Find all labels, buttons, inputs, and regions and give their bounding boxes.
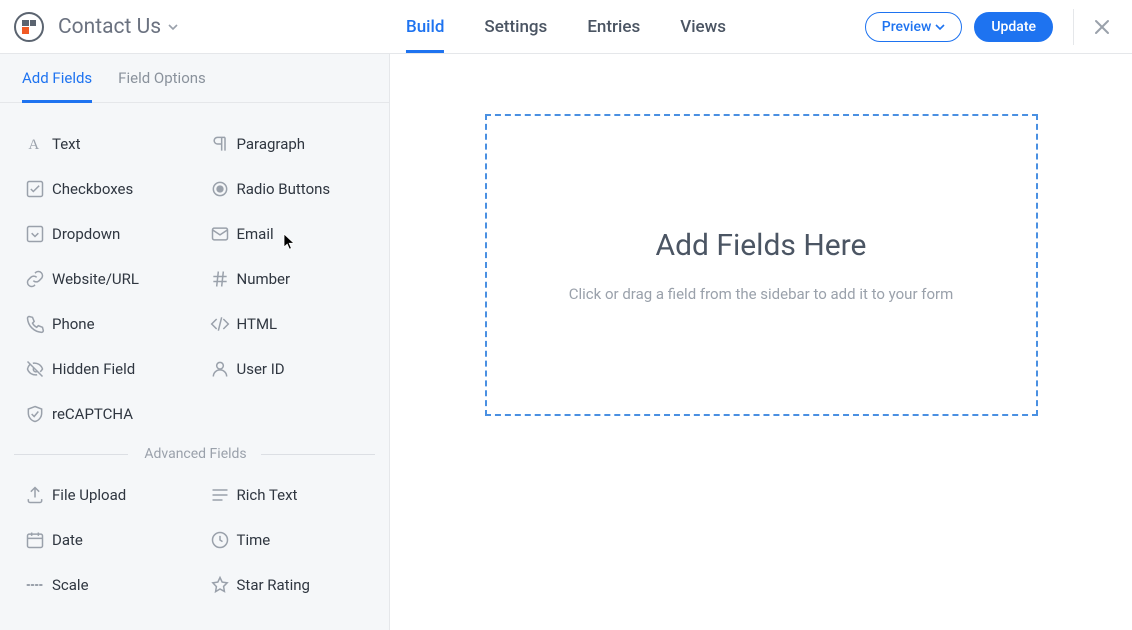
advanced-fields-header: Advanced Fields: [0, 446, 389, 462]
phone-icon: [18, 314, 52, 334]
sidebar-tabs: Add Fields Field Options: [0, 54, 389, 103]
sidebar: Add Fields Field Options A Text Paragraph C…: [0, 54, 390, 630]
field-label: Rich Text: [237, 486, 298, 504]
field-date[interactable]: Date: [10, 517, 195, 562]
fields-scroll[interactable]: A Text Paragraph Checkboxes Radio Buttons Dro…: [0, 103, 389, 613]
field-hash[interactable]: Number: [195, 256, 380, 301]
drop-subtitle: Click or drag a field from the sidebar t…: [569, 285, 954, 303]
dropdown-icon: [18, 224, 52, 244]
field-label: HTML: [237, 315, 278, 333]
preview-label: Preview: [882, 19, 932, 35]
field-paragraph[interactable]: Paragraph: [195, 121, 380, 166]
field-label: Email: [237, 225, 274, 243]
field-phone[interactable]: Phone: [10, 301, 195, 346]
canvas: Add Fields Here Click or drag a field fr…: [390, 54, 1132, 630]
field-label: Date: [52, 531, 83, 549]
drop-zone[interactable]: Add Fields Here Click or drag a field fr…: [485, 114, 1038, 416]
advanced-fields-grid: File Upload Rich Text Date Time Scale Star Ra…: [0, 464, 389, 613]
field-link[interactable]: Website/URL: [10, 256, 195, 301]
time-icon: [203, 530, 237, 550]
link-icon: [18, 269, 52, 289]
shield-icon: [18, 404, 52, 424]
tab-add-fields[interactable]: Add Fields: [22, 69, 92, 103]
chevron-down-icon: [167, 21, 179, 33]
field-label: Time: [237, 531, 271, 549]
user-icon: [203, 359, 237, 379]
field-star[interactable]: Star Rating: [195, 562, 380, 607]
advanced-fields-label: Advanced Fields: [128, 446, 260, 462]
top-actions: Preview Update: [865, 9, 1114, 45]
field-label: File Upload: [52, 486, 126, 504]
radio-icon: [203, 179, 237, 199]
drop-title: Add Fields Here: [656, 228, 867, 263]
star-icon: [203, 575, 237, 595]
field-label: Star Rating: [237, 576, 310, 594]
nav-entries[interactable]: Entries: [587, 0, 640, 53]
field-radio[interactable]: Radio Buttons: [195, 166, 380, 211]
basic-fields-grid: A Text Paragraph Checkboxes Radio Buttons Dro…: [0, 113, 389, 442]
email-icon: [203, 224, 237, 244]
nav-build[interactable]: Build: [406, 0, 444, 53]
html-icon: [203, 314, 237, 334]
field-label: Paragraph: [237, 135, 306, 153]
field-time[interactable]: Time: [195, 517, 380, 562]
field-label: Phone: [52, 315, 95, 333]
field-label: reCAPTCHA: [52, 405, 133, 423]
close-icon: [1093, 18, 1111, 36]
field-html[interactable]: HTML: [195, 301, 380, 346]
form-title-dropdown[interactable]: Contact Us: [58, 15, 179, 39]
field-label: Number: [237, 270, 291, 288]
close-button[interactable]: [1090, 15, 1114, 39]
field-label: Checkboxes: [52, 180, 133, 198]
field-upload[interactable]: File Upload: [10, 472, 195, 517]
field-label: Website/URL: [52, 270, 139, 288]
field-text[interactable]: A Text: [10, 121, 195, 166]
field-email[interactable]: Email: [195, 211, 380, 256]
field-label: Text: [52, 135, 81, 153]
main-nav: Build Settings Entries Views: [406, 0, 726, 53]
field-checkbox[interactable]: Checkboxes: [10, 166, 195, 211]
richtext-icon: [203, 485, 237, 505]
hash-icon: [203, 269, 237, 289]
hidden-icon: [18, 359, 52, 379]
field-label: User ID: [237, 360, 285, 378]
field-richtext[interactable]: Rich Text: [195, 472, 380, 517]
checkbox-icon: [18, 179, 52, 199]
nav-views[interactable]: Views: [680, 0, 726, 53]
field-dropdown[interactable]: Dropdown: [10, 211, 195, 256]
paragraph-icon: [203, 134, 237, 154]
app-logo-icon: [14, 12, 44, 42]
field-label: Radio Buttons: [237, 180, 331, 198]
field-scale[interactable]: Scale: [10, 562, 195, 607]
field-label: Hidden Field: [52, 360, 135, 378]
field-shield[interactable]: reCAPTCHA: [10, 391, 195, 436]
field-hidden[interactable]: Hidden Field: [10, 346, 195, 391]
nav-settings[interactable]: Settings: [484, 0, 547, 53]
field-label: Dropdown: [52, 225, 120, 243]
form-title-label: Contact Us: [58, 15, 161, 39]
scale-icon: [18, 575, 52, 595]
top-bar: Contact Us Build Settings Entries Views …: [0, 0, 1132, 54]
preview-button[interactable]: Preview: [865, 12, 963, 42]
text-icon: A: [18, 134, 52, 154]
divider: [1073, 9, 1074, 45]
upload-icon: [18, 485, 52, 505]
date-icon: [18, 530, 52, 550]
caret-down-icon: [935, 22, 945, 32]
field-user[interactable]: User ID: [195, 346, 380, 391]
field-label: Scale: [52, 576, 89, 594]
tab-field-options[interactable]: Field Options: [118, 69, 206, 103]
update-button[interactable]: Update: [974, 12, 1053, 42]
svg-text:A: A: [28, 137, 39, 153]
